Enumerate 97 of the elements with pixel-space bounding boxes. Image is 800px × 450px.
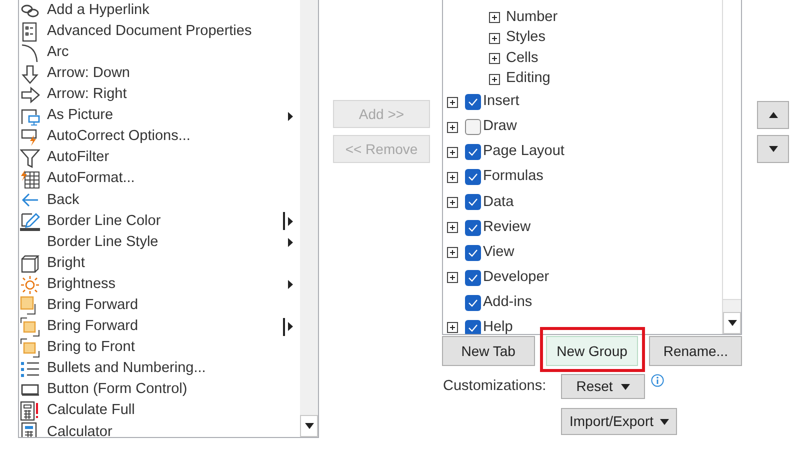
tree-tab-label[interactable]: Data: [483, 192, 514, 214]
bulleted-list-icon: [20, 359, 40, 380]
check-icon: [468, 173, 478, 182]
expand-icon[interactable]: [489, 74, 500, 85]
check-icon: [468, 274, 478, 282]
expand-icon[interactable]: [447, 96, 458, 108]
check-icon: [468, 324, 478, 332]
arc-icon: [20, 42, 40, 63]
check-icon: [468, 224, 478, 232]
checkbox[interactable]: [465, 320, 481, 334]
command-item[interactable]: Bullets and Numbering...: [19, 358, 300, 380]
move-up-button[interactable]: [757, 101, 789, 129]
calculator-icon: [20, 401, 40, 422]
info-icon: [651, 374, 664, 387]
filter-icon: [20, 148, 40, 168]
checkbox[interactable]: [465, 294, 481, 311]
tree-tab-label[interactable]: Help: [483, 317, 513, 334]
command-item[interactable]: Advanced Document Properties: [19, 21, 300, 42]
scrollbar[interactable]: [300, 0, 318, 437]
command-item[interactable]: Back: [19, 190, 300, 211]
down-triangle-icon: [768, 146, 778, 152]
tree-group-label[interactable]: Cells: [506, 48, 538, 70]
command-item[interactable]: Button (Form Control): [19, 380, 300, 401]
command-item[interactable]: Arrow: Right: [19, 84, 300, 106]
caret-icon: [660, 418, 669, 424]
tree-group-label[interactable]: Styles: [506, 27, 546, 50]
command-item[interactable]: AutoFormat...: [19, 168, 300, 190]
down-triangle-icon: [304, 423, 314, 429]
check-icon: [468, 148, 478, 156]
command-item[interactable]: As Picture: [19, 105, 300, 127]
checkbox[interactable]: [465, 244, 481, 261]
checkbox[interactable]: [465, 94, 481, 110]
checkbox[interactable]: [465, 169, 481, 186]
table-bolt-icon: [20, 169, 40, 190]
expand-icon[interactable]: [489, 12, 500, 24]
import-export-button[interactable]: Import/Export: [561, 408, 677, 435]
checkbox[interactable]: [465, 119, 481, 136]
expand-icon[interactable]: [447, 146, 458, 158]
command-item[interactable]: Calculate Full: [19, 400, 300, 422]
tree-tab-label[interactable]: Review: [483, 216, 531, 238]
command-item[interactable]: Bring Forward: [19, 295, 300, 316]
expand-icon[interactable]: [447, 196, 458, 208]
command-item[interactable]: Add a Hyperlink: [19, 0, 300, 22]
expand-icon[interactable]: [447, 322, 458, 334]
command-item[interactable]: Bring to Front: [19, 338, 300, 359]
down-arrow-icon: [20, 64, 40, 84]
scroll-down-button[interactable]: [300, 415, 318, 437]
tree-tab-label[interactable]: Draw: [483, 116, 517, 138]
down-triangle-icon: [728, 320, 736, 326]
command-item[interactable]: Border Line Color: [19, 210, 300, 232]
check-icon: [468, 98, 478, 106]
tree-tab-label[interactable]: Add-ins: [483, 292, 532, 314]
tree-tab-label[interactable]: View: [483, 242, 514, 264]
checkbox[interactable]: [465, 220, 481, 236]
tree-action-button[interactable]: New Tab: [442, 336, 535, 366]
command-item[interactable]: AutoCorrect Options...: [19, 126, 300, 148]
tree-tab-label[interactable]: Insert: [483, 91, 520, 113]
tree-group-label[interactable]: Editing: [506, 68, 550, 90]
sun-icon: [20, 274, 40, 295]
layers-icon: [20, 316, 40, 337]
checkbox[interactable]: [465, 144, 481, 160]
expand-icon[interactable]: [447, 222, 458, 234]
customizations-label: Customizations:: [442, 376, 548, 396]
expand-icon[interactable]: [447, 272, 458, 284]
tree-tab-label[interactable]: Developer: [483, 266, 550, 289]
cube-icon: [20, 254, 40, 274]
checkbox[interactable]: [465, 270, 481, 286]
tree-action-button[interactable]: Rename...: [649, 336, 742, 366]
expand-icon[interactable]: [489, 53, 500, 64]
tree-action-button[interactable]: New Group: [546, 336, 638, 366]
expand-icon[interactable]: [447, 172, 458, 183]
check-icon: [468, 198, 478, 206]
tree-tab-label[interactable]: Page Layout: [483, 141, 564, 164]
command-item[interactable]: Bring Forward: [19, 316, 300, 338]
expand-icon[interactable]: [447, 247, 458, 258]
checkbox[interactable]: [465, 194, 481, 210]
caret-icon: [620, 384, 630, 390]
command-item[interactable]: Border Line Style: [19, 232, 300, 254]
scroll-down-button[interactable]: [723, 312, 741, 334]
expand-icon[interactable]: [447, 122, 458, 133]
layers-icon: [20, 338, 40, 358]
move-down-button[interactable]: [757, 135, 789, 163]
pencil-icon: [20, 211, 40, 232]
command-item[interactable]: AutoFilter: [19, 148, 300, 169]
command-item[interactable]: Calculator: [19, 422, 300, 437]
command-item[interactable]: Bright: [19, 253, 300, 274]
up-triangle-icon: [768, 112, 778, 118]
command-item[interactable]: Arrow: Down: [19, 63, 300, 84]
expand-icon[interactable]: [489, 32, 500, 44]
tree-group-label[interactable]: Number: [506, 6, 558, 29]
right-arrow-icon: [20, 84, 40, 105]
tree-tab-label[interactable]: Formulas: [483, 166, 544, 188]
reset-button[interactable]: Reset: [561, 374, 645, 399]
check-icon: [468, 248, 478, 257]
command-item[interactable]: Arc: [19, 42, 300, 64]
command-item[interactable]: Brightness: [19, 274, 300, 296]
check-icon: [468, 298, 478, 307]
